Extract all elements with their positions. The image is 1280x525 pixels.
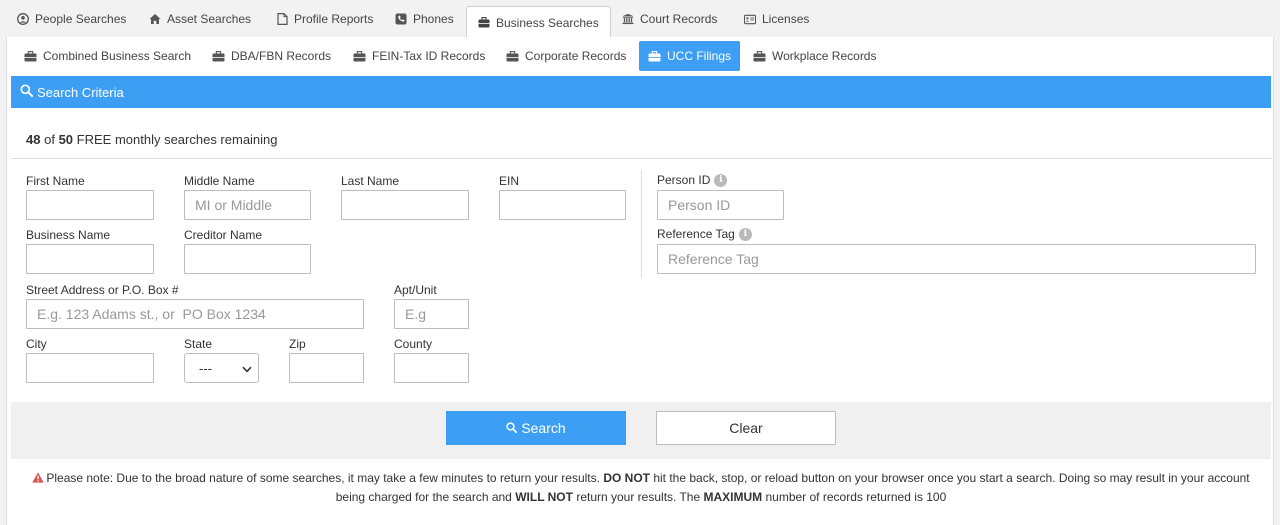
- county-input[interactable]: [394, 353, 469, 383]
- subtab-label: DBA/FBN Records: [231, 49, 332, 63]
- briefcase-icon: [753, 50, 766, 62]
- chevron-down-icon: [242, 361, 252, 376]
- info-icon[interactable]: i: [714, 173, 728, 187]
- warning-icon: [32, 470, 45, 488]
- tab-court-records[interactable]: Court Records: [611, 5, 728, 33]
- tab-asset-searches[interactable]: Asset Searches: [138, 5, 262, 33]
- user-circle-icon: [17, 13, 29, 25]
- tab-licenses[interactable]: Licenses: [733, 5, 820, 33]
- searches-remaining-text: FREE monthly searches remaining: [76, 132, 278, 147]
- subtab-label: UCC Filings: [667, 49, 732, 63]
- person-id-label: Person ID i: [657, 173, 728, 187]
- street-address-label: Street Address or P.O. Box #: [26, 283, 179, 297]
- last-name-label: Last Name: [341, 174, 400, 188]
- tab-label: Business Searches: [496, 15, 599, 30]
- state-label: State: [184, 337, 213, 351]
- subtab-workplace-records[interactable]: Workplace Records: [744, 41, 885, 71]
- briefcase-icon: [648, 50, 661, 62]
- subtab-combined-business-search[interactable]: Combined Business Search: [15, 41, 200, 71]
- person-id-input[interactable]: [657, 190, 784, 220]
- subtab-corporate-records[interactable]: Corporate Records: [497, 41, 635, 71]
- searches-remaining: 48 of 50 FREE monthly searches remaining: [26, 132, 278, 147]
- divider: [11, 158, 1271, 159]
- search-button-label: Search: [521, 420, 566, 436]
- briefcase-icon: [506, 50, 519, 62]
- creditor-name-label: Creditor Name: [184, 228, 263, 242]
- main-panel: Combined Business Search DBA/FBN Records…: [6, 37, 1274, 525]
- zip-input[interactable]: [289, 353, 364, 383]
- creditor-name-input[interactable]: [184, 244, 311, 274]
- middle-name-input[interactable]: [184, 190, 311, 220]
- courthouse-icon: [622, 13, 634, 25]
- city-input[interactable]: [26, 353, 154, 383]
- reference-tag-label-text: Reference Tag: [657, 227, 735, 241]
- business-name-input[interactable]: [26, 244, 154, 274]
- state-select[interactable]: ---: [184, 353, 259, 383]
- notice-text-4: number of records returned is 100: [762, 490, 947, 504]
- notice-text-3: return your results. The: [572, 490, 704, 504]
- reference-tag-input[interactable]: [657, 244, 1256, 274]
- person-id-label-text: Person ID: [657, 173, 711, 187]
- state-selected-value: ---: [199, 360, 212, 376]
- city-label: City: [26, 337, 47, 351]
- tab-label: Licenses: [762, 12, 810, 26]
- search-notice: Please note: Due to the broad nature of …: [23, 469, 1259, 506]
- subtab-label: Workplace Records: [772, 49, 877, 63]
- last-name-input[interactable]: [341, 190, 469, 220]
- notice-bold-1: DO NOT: [603, 471, 650, 485]
- business-name-label: Business Name: [26, 228, 111, 242]
- phone-icon: [395, 13, 407, 25]
- tab-label: People Searches: [35, 12, 127, 26]
- tab-business-searches[interactable]: Business Searches: [466, 6, 611, 39]
- subtab-fein-tax-id-records[interactable]: FEIN-Tax ID Records: [344, 41, 494, 71]
- briefcase-icon: [212, 50, 225, 62]
- button-bar: [11, 402, 1271, 459]
- tab-label: Court Records: [640, 12, 718, 26]
- subtab-label: Corporate Records: [525, 49, 627, 63]
- first-name-input[interactable]: [26, 190, 154, 220]
- notice-text-1: Please note: Due to the broad nature of …: [46, 471, 604, 485]
- briefcase-icon: [24, 50, 37, 62]
- county-label: County: [394, 337, 433, 351]
- apt-unit-label: Apt/Unit: [394, 283, 437, 297]
- ein-input[interactable]: [499, 190, 626, 220]
- tab-label: Profile Reports: [294, 12, 374, 26]
- tab-phones[interactable]: Phones: [384, 5, 465, 33]
- search-button[interactable]: Search: [446, 411, 626, 445]
- top-tab-bar: People Searches Asset Searches Profile R…: [6, 5, 1274, 39]
- id-card-icon: [744, 13, 756, 25]
- subtab-label: Combined Business Search: [43, 49, 192, 63]
- search-criteria-title: Search Criteria: [37, 84, 124, 100]
- tab-people-searches[interactable]: People Searches: [6, 5, 137, 33]
- briefcase-icon: [478, 17, 490, 29]
- tab-profile-reports[interactable]: Profile Reports: [265, 5, 384, 33]
- vertical-divider: [641, 170, 642, 278]
- home-icon: [149, 13, 161, 25]
- first-name-label: First Name: [26, 174, 85, 188]
- notice-bold-3: MAXIMUM: [703, 490, 763, 504]
- briefcase-icon: [353, 50, 366, 62]
- search-icon: [20, 84, 33, 100]
- info-icon[interactable]: i: [738, 227, 752, 241]
- searches-used-count: 48: [26, 132, 41, 147]
- tab-label: Asset Searches: [167, 12, 252, 26]
- subtab-label: FEIN-Tax ID Records: [372, 49, 486, 63]
- searches-of: of: [44, 132, 55, 147]
- subtab-dba-fbn-records[interactable]: DBA/FBN Records: [203, 41, 340, 71]
- reference-tag-label: Reference Tag i: [657, 227, 752, 241]
- middle-name-label: Middle Name: [184, 174, 255, 188]
- searches-total-count: 50: [58, 132, 74, 147]
- notice-bold-2: WILL NOT: [515, 490, 573, 504]
- ein-label: EIN: [499, 174, 520, 188]
- clear-button-label: Clear: [729, 420, 763, 436]
- apt-unit-input[interactable]: [394, 299, 469, 329]
- subtab-ucc-filings[interactable]: UCC Filings: [639, 41, 741, 71]
- street-address-input[interactable]: [26, 299, 364, 329]
- zip-label: Zip: [289, 337, 306, 351]
- search-icon: [506, 420, 518, 436]
- clear-button[interactable]: Clear: [656, 411, 836, 445]
- file-icon: [276, 13, 288, 25]
- search-criteria-header: Search Criteria: [11, 76, 1271, 108]
- tab-label: Phones: [413, 12, 454, 26]
